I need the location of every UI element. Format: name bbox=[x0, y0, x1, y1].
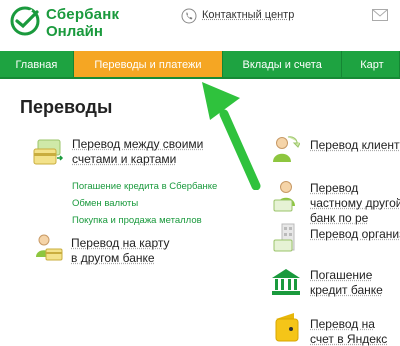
yandex-wallet-icon bbox=[275, 313, 299, 342]
phone-icon bbox=[181, 8, 197, 24]
transfer-card-other-bank-link[interactable]: Перевод на карту в другом банке bbox=[71, 236, 171, 266]
card-person-icon bbox=[36, 234, 63, 261]
transfer-organization-link[interactable]: Перевод организа bbox=[310, 227, 400, 242]
main-nav: Главная Переводы и платежи Вклады и счет… bbox=[0, 51, 400, 79]
transfer-private-person-link[interactable]: Перевод частному другой банк по ре bbox=[310, 181, 400, 226]
sberbank-logo-icon bbox=[10, 6, 40, 36]
sberbank-logo[interactable]: Сбербанк Онлайн bbox=[10, 4, 190, 44]
transfer-sub-links: Погашение кредита в Сбербанке Обмен валю… bbox=[72, 178, 217, 229]
transfer-to-private-person[interactable]: Перевод частному другой банк по ре bbox=[272, 180, 400, 225]
transfer-to-organization[interactable]: Перевод организа bbox=[272, 222, 400, 256]
bank-icon bbox=[272, 269, 300, 295]
currency-exchange-link[interactable]: Обмен валюты bbox=[72, 195, 217, 212]
organization-card-icon bbox=[273, 223, 295, 252]
loan-repayment-other-bank[interactable]: Погашение кредит банке bbox=[270, 266, 400, 300]
header: Сбербанк Онлайн Контактный центр bbox=[0, 0, 400, 48]
transfer-to-card-other-bank[interactable]: Перевод на карту в другом банке bbox=[34, 233, 174, 273]
nav-tab-deposits-accounts[interactable]: Вклады и счета bbox=[223, 51, 343, 77]
person-transfer-icon bbox=[273, 136, 300, 162]
page-title: Переводы bbox=[20, 97, 113, 117]
contact-center-link[interactable]: Контактный центр bbox=[202, 9, 294, 21]
nav-tab-home[interactable]: Главная bbox=[0, 51, 74, 77]
transfer-to-client[interactable]: Перевод клиенту bbox=[270, 134, 400, 166]
transfer-client-link[interactable]: Перевод клиенту bbox=[310, 138, 400, 153]
loan-repayment-other-bank-link[interactable]: Погашение кредит банке bbox=[310, 268, 400, 298]
logo-text-line2: Онлайн bbox=[46, 23, 103, 40]
transfer-to-yandex-money[interactable]: Перевод на счет в Яндекс Деньгах bbox=[274, 311, 400, 346]
transfer-own-accounts-link[interactable]: Перевод между своими счетами и картами bbox=[72, 137, 212, 167]
nav-tab-transfers-payments[interactable]: Переводы и платежи bbox=[73, 51, 224, 77]
transfer-yandex-money-link[interactable]: Перевод на счет в Яндекс Деньгах bbox=[310, 317, 400, 346]
person-card-icon bbox=[273, 181, 295, 212]
cards-transfer-icon bbox=[33, 139, 64, 165]
mail-icon[interactable] bbox=[372, 9, 388, 21]
metals-trade-link[interactable]: Покупка и продажа металлов bbox=[72, 212, 217, 229]
loan-repayment-sberbank-link[interactable]: Погашение кредита в Сбербанке bbox=[72, 178, 217, 195]
transfer-between-own-accounts[interactable]: Перевод между своими счетами и картами bbox=[32, 136, 212, 176]
nav-tab-cards[interactable]: Карт bbox=[342, 51, 400, 77]
logo-text-line1: Сбербанк bbox=[46, 6, 120, 23]
